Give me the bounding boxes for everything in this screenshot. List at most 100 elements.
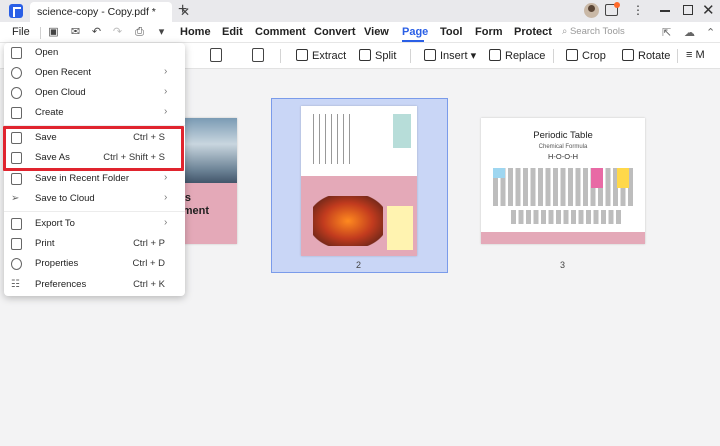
menu-bar: File ▣ ✉ ↶ ↷ ⎙ ▾ Home Edit Comment Conve… <box>0 22 720 43</box>
dropdown-chevron-icon[interactable]: ▾ <box>155 26 168 39</box>
file-menu-button[interactable]: File <box>12 26 30 38</box>
avatar[interactable] <box>584 3 599 18</box>
tab-page[interactable]: Page <box>402 26 428 38</box>
active-tab-indicator <box>402 40 424 42</box>
print-icon[interactable]: ⎙ <box>133 26 146 39</box>
page2-moth-illustration <box>313 196 383 246</box>
replace-button[interactable]: Replace <box>489 49 545 62</box>
menu-item-shortcut: Ctrl + D <box>132 258 165 269</box>
menu-item-label: Properties <box>35 258 79 269</box>
menu-item-shortcut: Ctrl + K <box>133 279 165 290</box>
menu-item-label: Create <box>35 107 64 118</box>
menu-item-label: Open <box>35 47 59 58</box>
periodic-table-accent <box>493 168 505 178</box>
insert-label: Insert <box>440 50 468 62</box>
chevron-right-icon: › <box>164 66 168 77</box>
tab-comment[interactable]: Comment <box>255 26 306 38</box>
menu-item-shortcut: Ctrl + P <box>133 238 165 249</box>
undo-icon[interactable]: ↶ <box>90 26 103 39</box>
sliders-icon: ☷ <box>11 279 20 290</box>
cloud-upload-icon[interactable]: ☁ <box>684 26 695 39</box>
rotate-icon <box>622 49 634 61</box>
new-tab-icon[interactable]: + <box>178 1 187 19</box>
document-tab[interactable]: science-copy - Copy.pdf * ✕ <box>30 2 190 22</box>
document-tab-title: science-copy - Copy.pdf * <box>37 6 156 18</box>
tab-form[interactable]: Form <box>475 26 503 38</box>
divider <box>553 49 554 63</box>
insert-button[interactable]: Insert ▾ <box>424 49 476 62</box>
extract-label: Extract <box>312 50 347 62</box>
search-tools-input[interactable]: ⌕ Search Tools <box>562 26 625 37</box>
page3-pink-band <box>481 232 645 244</box>
menu-item-label: Preferences <box>35 279 87 290</box>
menu-item-properties[interactable]: Properties Ctrl + D <box>4 254 185 274</box>
delete-page-icon[interactable] <box>252 48 264 62</box>
page-thumbnail-2[interactable] <box>301 106 417 256</box>
crop-button[interactable]: Crop <box>566 49 606 62</box>
tab-home[interactable]: Home <box>180 26 211 38</box>
menu-item-export-to[interactable]: Export To › <box>4 214 185 234</box>
title-bar: science-copy - Copy.pdf * ✕ + ⋮ ✕ <box>0 0 720 22</box>
clock-icon <box>11 67 22 79</box>
menu-item-label: Open Recent <box>35 67 91 78</box>
chevron-right-icon: › <box>164 192 168 203</box>
page1-title-line: s <box>184 192 191 204</box>
rotate-button[interactable]: Rotate <box>622 49 670 62</box>
redo-icon[interactable]: ↷ <box>111 26 124 39</box>
replace-label: Replace <box>505 50 546 62</box>
window-close-icon[interactable]: ✕ <box>702 1 715 19</box>
extract-button[interactable]: Extract <box>296 49 346 62</box>
rotate-label: Rotate <box>638 50 671 62</box>
page-thumbnail-1[interactable]: s ment <box>180 118 237 244</box>
menu-item-open-recent[interactable]: Open Recent › <box>4 63 185 83</box>
menu-item-save-to-cloud[interactable]: ➢ Save to Cloud › <box>4 189 185 209</box>
cloud-icon <box>11 87 22 99</box>
menu-item-label: Export To <box>35 218 75 229</box>
menu-item-print[interactable]: Print Ctrl + P <box>4 234 185 254</box>
chevron-up-icon[interactable]: ⌃ <box>706 26 715 39</box>
more-tools-button[interactable]: ≡ M <box>686 49 705 61</box>
chevron-right-icon: › <box>164 86 168 97</box>
page3-title: Periodic Table <box>533 130 593 141</box>
tab-view[interactable]: View <box>364 26 389 38</box>
insert-page-icon[interactable] <box>210 48 222 62</box>
save-icon[interactable]: ▣ <box>47 26 60 39</box>
page3-formula: H-O-O-H <box>548 152 578 161</box>
tab-edit[interactable]: Edit <box>222 26 243 38</box>
export-icon <box>11 218 22 230</box>
page-number-2: 2 <box>356 260 362 270</box>
notification-badge <box>614 2 620 8</box>
tab-protect[interactable]: Protect <box>514 26 552 38</box>
divider <box>40 27 41 39</box>
menu-item-label: Print <box>35 238 55 249</box>
page2-text-block <box>313 114 353 164</box>
menu-item-label: Save to Cloud <box>35 193 95 204</box>
create-file-icon <box>11 107 22 119</box>
page2-note-card <box>387 206 413 250</box>
minimize-icon[interactable] <box>660 10 670 12</box>
email-icon[interactable]: ✉ <box>69 26 82 39</box>
page-number-3: 3 <box>560 260 566 270</box>
page-thumbnail-3[interactable]: Periodic Table Chemical Formula H-O-O-H <box>481 118 645 244</box>
tab-convert[interactable]: Convert <box>314 26 356 38</box>
chevron-down-icon: ▾ <box>467 50 477 62</box>
app-logo-icon <box>9 4 23 18</box>
menu-item-open-cloud[interactable]: Open Cloud › <box>4 83 185 103</box>
menu-item-save-in-recent-folder[interactable]: Save in Recent Folder › <box>4 169 185 189</box>
menu-divider <box>4 211 185 212</box>
menu-item-label: Save in Recent Folder <box>35 173 129 184</box>
menu-item-create[interactable]: Create › <box>4 103 185 123</box>
page1-title-line: ment <box>182 205 209 217</box>
menu-item-preferences[interactable]: ☷ Preferences Ctrl + K <box>4 275 185 295</box>
menu-item-open[interactable]: Open <box>4 43 185 63</box>
tab-tool[interactable]: Tool <box>440 26 462 38</box>
periodic-table-accent <box>591 168 603 188</box>
search-tools-placeholder: Search Tools <box>569 26 625 37</box>
periodic-table-grid <box>493 168 635 206</box>
split-button[interactable]: Split <box>359 49 396 62</box>
folder-icon <box>11 173 22 185</box>
more-options-icon[interactable]: ⋮ <box>630 3 646 19</box>
maximize-icon[interactable] <box>683 5 693 15</box>
open-external-icon[interactable]: ⇱ <box>662 26 671 39</box>
page1-cover-image <box>180 118 237 183</box>
